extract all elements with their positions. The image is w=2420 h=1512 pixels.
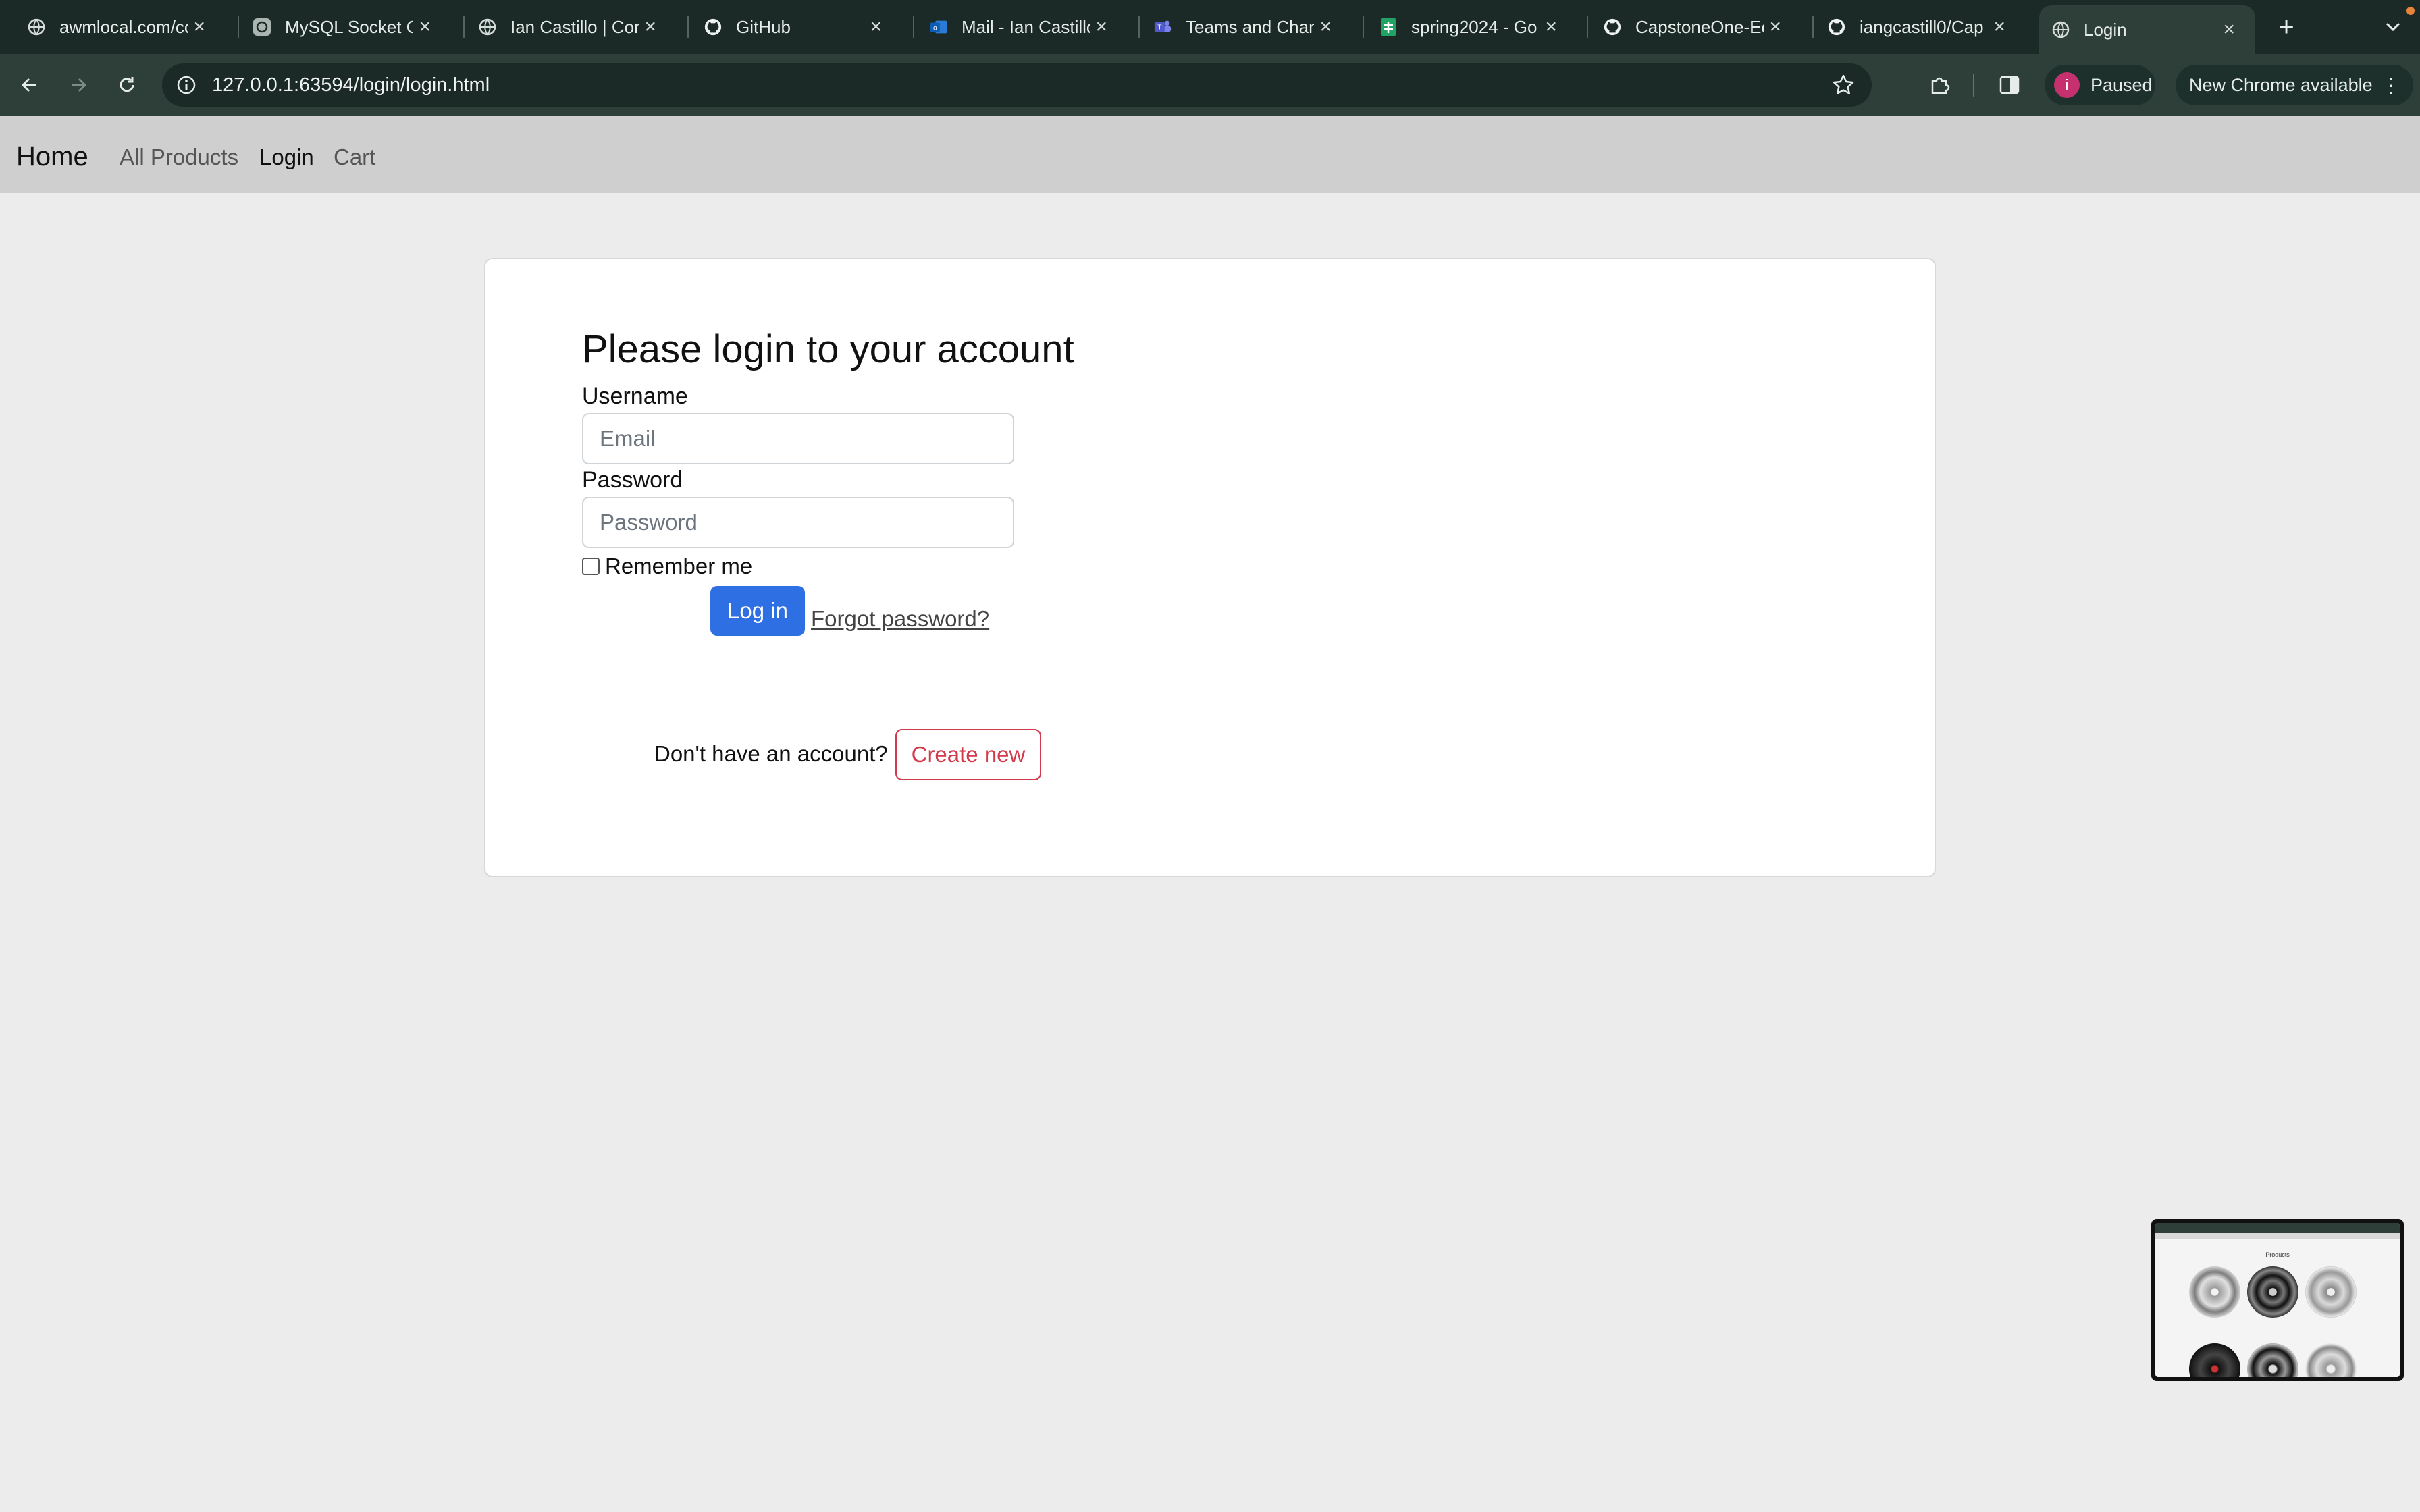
profile-status: Paused (2090, 74, 2153, 95)
browser-tab-active[interactable]: Login × (2039, 5, 2255, 54)
github-icon (704, 18, 722, 36)
puzzle-icon (1931, 77, 1950, 94)
picture-in-picture-preview[interactable]: Products (2151, 1219, 2404, 1381)
notification-dot (2406, 7, 2415, 15)
tab-search-button[interactable] (2377, 12, 2409, 42)
email-field[interactable] (582, 413, 1014, 464)
svg-text:o: o (933, 25, 937, 32)
browser-tab[interactable]: o Mail - Ian Castillo × (902, 5, 1128, 49)
pip-title: Products (2265, 1251, 2290, 1258)
chatgpt-icon (253, 18, 271, 36)
globe-icon (27, 18, 46, 36)
github-icon (1603, 18, 1622, 36)
browser-toolbar: 127.0.0.1:63594/login/login.html i Pause… (0, 54, 2420, 116)
tab-label: Mail - Ian Castillo (962, 16, 1090, 37)
svg-text:T: T (1157, 24, 1162, 32)
login-button[interactable]: Log in (710, 586, 805, 636)
browser-tab[interactable]: spring2024 - Go × (1352, 5, 1577, 49)
back-button[interactable] (14, 69, 46, 101)
kebab-menu-icon[interactable]: ⋮ (2381, 74, 2401, 98)
password-field[interactable] (582, 497, 1014, 548)
new-tab-button[interactable]: + (2270, 9, 2303, 45)
remember-me-row: Remember me (582, 554, 752, 579)
reload-button[interactable] (111, 69, 143, 101)
close-icon[interactable]: × (1769, 16, 1781, 38)
login-card: Please login to your account Username Pa… (484, 258, 1936, 878)
address-bar[interactable]: 127.0.0.1:63594/login/login.html (162, 63, 1872, 107)
arrow-left-icon (21, 78, 36, 92)
wheel-image (2247, 1266, 2298, 1318)
wheel-image (2305, 1266, 2357, 1318)
teams-icon: T (1153, 18, 1172, 36)
remember-me-label[interactable]: Remember me (605, 554, 752, 579)
wheel-image (2189, 1266, 2240, 1318)
toolbar-divider (1973, 74, 1974, 97)
wheel-image (2247, 1343, 2298, 1377)
github-icon (1827, 18, 1846, 36)
avatar: i (2054, 72, 2080, 98)
extensions-button[interactable] (1923, 69, 1955, 101)
chevron-down-icon (2386, 22, 2400, 32)
site-info-icon[interactable] (176, 74, 197, 96)
browser-tab[interactable]: CapstoneOne-Ec × (1576, 5, 1801, 49)
close-icon[interactable]: × (2223, 18, 2235, 41)
tab-label: Teams and Chan (1186, 16, 1314, 37)
update-label: New Chrome available (2189, 74, 2373, 95)
tab-label: awmlocal.com/cc (59, 16, 188, 37)
page-title: Please login to your account (582, 327, 1074, 371)
nav-link-login[interactable]: Login (259, 144, 314, 170)
wheel-image (2305, 1343, 2357, 1377)
username-label: Username (582, 383, 688, 409)
tab-label: Login (2084, 19, 2127, 40)
browser-tab-strip: awmlocal.com/cc × MySQL Socket C × Ian C… (0, 0, 2420, 54)
profile-button[interactable]: i Paused (2045, 65, 2155, 105)
outlook-icon: o (929, 18, 948, 36)
close-icon[interactable]: × (1993, 16, 2005, 38)
tab-label: CapstoneOne-Ec (1635, 16, 1764, 37)
globe-icon (478, 18, 497, 36)
side-panel-button[interactable] (1993, 69, 2026, 101)
browser-tab[interactable]: Ian Castillo | Con × (451, 5, 677, 49)
bookmark-star-icon[interactable] (1831, 73, 1856, 97)
chrome-update-button[interactable]: New Chrome available ⋮ (2176, 65, 2413, 105)
forgot-password-link[interactable]: Forgot password? (811, 606, 989, 632)
close-icon[interactable]: × (870, 16, 882, 38)
nav-link-all-products[interactable]: All Products (120, 144, 238, 170)
url-text[interactable]: 127.0.0.1:63594/login/login.html (212, 74, 490, 97)
close-icon[interactable]: × (1545, 16, 1557, 38)
tab-label: spring2024 - Go (1411, 16, 1537, 37)
browser-tab[interactable]: GitHub × (677, 5, 902, 49)
nav-brand-home[interactable]: Home (16, 142, 88, 172)
create-account-button[interactable]: Create new (895, 729, 1041, 780)
reload-icon (120, 77, 134, 92)
wheel-image (2189, 1343, 2240, 1377)
site-navbar: Home All Products Login Cart (0, 116, 2420, 193)
nav-link-cart[interactable]: Cart (334, 144, 375, 170)
side-panel-icon (1999, 76, 2020, 94)
close-icon[interactable]: × (419, 16, 431, 38)
password-label: Password (582, 467, 683, 493)
tab-label: MySQL Socket C (285, 16, 413, 37)
browser-tab[interactable]: iangcastill0/Cap × (1800, 5, 2026, 49)
tab-label: GitHub (736, 16, 791, 37)
tab-label: iangcastill0/Cap (1860, 16, 1984, 37)
sheets-icon (1379, 18, 1398, 36)
forward-button[interactable] (62, 69, 95, 101)
browser-tab[interactable]: awmlocal.com/cc × (0, 5, 226, 49)
globe-icon (2051, 20, 2070, 39)
arrow-right-icon (72, 78, 87, 92)
no-account-text: Don't have an account? (654, 741, 888, 766)
close-icon[interactable]: × (1319, 16, 1332, 38)
close-icon[interactable]: × (644, 16, 656, 38)
remember-me-checkbox[interactable] (582, 558, 600, 575)
tab-label: Ian Castillo | Con (510, 16, 639, 37)
close-icon[interactable]: × (193, 16, 205, 38)
browser-tab[interactable]: MySQL Socket C × (226, 5, 451, 49)
browser-tab[interactable]: T Teams and Chan × (1126, 5, 1352, 49)
close-icon[interactable]: × (1095, 16, 1107, 38)
